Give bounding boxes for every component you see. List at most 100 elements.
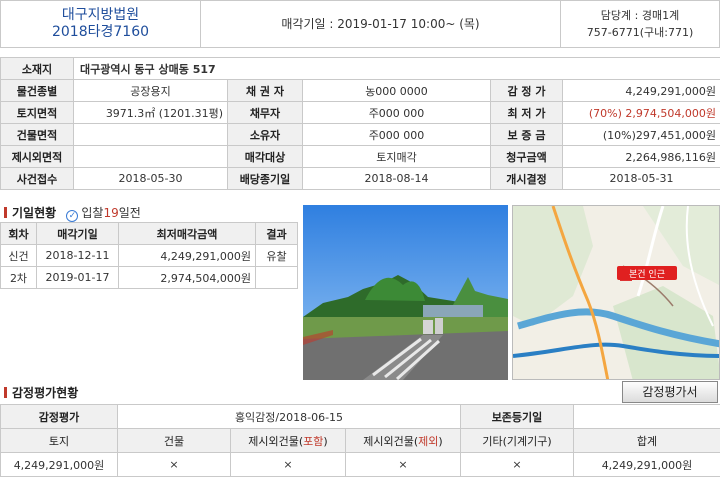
appraisal-report-button[interactable]: 감정평가서 <box>622 381 718 403</box>
info-value: (10%)297,451,000원 <box>563 124 720 146</box>
case-number: 2018타경7160 <box>1 24 200 41</box>
appraisal-value: 4,249,291,000원 <box>574 453 720 477</box>
info-label: 청구금액 <box>491 146 563 168</box>
history-result <box>256 267 298 289</box>
history-header: 결과 <box>256 223 298 245</box>
appraisal-header-exclude: 제외 <box>418 435 438 448</box>
info-row: 건물면적 소유자주000 000보 증 금(10%)297,451,000원 <box>1 124 720 146</box>
info-value: 공장용지 <box>74 80 228 102</box>
info-value: 2018-08-14 <box>303 168 491 190</box>
appraisal-header-main: 제시외건물( <box>363 435 418 448</box>
info-row: 토지면적3971.3㎡ (1201.31평)채무자주000 000최 저 가(7… <box>1 102 720 124</box>
history-round: 2차 <box>1 267 37 289</box>
info-value: 토지매각 <box>303 146 491 168</box>
appraisal-header: 제시외건물(포함) <box>231 429 346 453</box>
history-price: 4,249,291,000원 <box>119 245 256 267</box>
team-phone: 757-6771(구내:771) <box>561 24 719 41</box>
appraisal-header: 건물 <box>118 429 231 453</box>
appraisal-header-close: ) <box>438 435 442 448</box>
address-row: 소재지 대구광역시 동구 상매동 517 <box>1 58 720 80</box>
history-price: 2,974,504,000원 <box>119 267 256 289</box>
history-title-text: 기일현황 <box>12 206 56 220</box>
address-value: 대구광역시 동구 상매동 517 <box>74 58 720 80</box>
info-value: 2018-05-31 <box>563 168 720 190</box>
appraisal-title-text: 감정평가현황 <box>12 386 78 400</box>
map-pin-label: 본건 인근 <box>629 269 665 280</box>
info-value <box>74 124 228 146</box>
history-header: 최저매각금액 <box>119 223 256 245</box>
appraisal-header-main: 제시외건물( <box>248 435 303 448</box>
address-label: 소재지 <box>1 58 74 80</box>
history-title: 기일현황 ✓입찰19일전 <box>4 204 141 222</box>
info-value: 2018-05-30 <box>74 168 228 190</box>
info-row: 물건종별공장용지채 권 자농000 0000감 정 가4,249,291,000… <box>1 80 720 102</box>
appraisal-header-row: 토지 건물 제시외건물(포함) 제시외건물(제외) 기타(기계기구) 합계 <box>1 429 720 453</box>
history-result: 유찰 <box>256 245 298 267</box>
info-row: 제시외면적 매각대상토지매각청구금액2,264,986,116원 <box>1 146 720 168</box>
appraisal-title: 감정평가현황 <box>4 384 78 401</box>
appraisal-value: × <box>231 453 346 477</box>
appraisal-header: 제시외건물(제외) <box>346 429 461 453</box>
info-label: 채무자 <box>228 102 303 124</box>
info-label: 사건접수 <box>1 168 74 190</box>
info-label: 보 증 금 <box>491 124 563 146</box>
appraisal-table: 감정평가 홍익감정/2018-06-15 보존등기일 토지 건물 제시외건물(포… <box>0 404 720 477</box>
history-row: 신건 2018-12-11 4,249,291,000원 유찰 <box>1 245 298 267</box>
history-row: 2차 2019-01-17 2,974,504,000원 <box>1 267 298 289</box>
history-date: 2019-01-17 <box>37 267 119 289</box>
info-value: 4,249,291,000원 <box>563 80 720 102</box>
case-header: 대구지방법원 2018타경7160 매각기일 : 2019-01-17 10:0… <box>0 0 720 48</box>
bid-suffix: 일전 <box>119 206 141 220</box>
info-value: 농000 0000 <box>303 80 491 102</box>
registration-date-label: 보존등기일 <box>461 405 574 429</box>
info-row: 사건접수2018-05-30배당종기일2018-08-14개시결정2018-05… <box>1 168 720 190</box>
appraisal-value: × <box>118 453 231 477</box>
info-label: 감 정 가 <box>491 80 563 102</box>
check-icon: ✓ <box>66 210 78 222</box>
appraisal-value: × <box>461 453 574 477</box>
sale-date: 매각기일 : 2019-01-17 10:00~ (목) <box>201 1 561 47</box>
history-date: 2018-12-11 <box>37 245 119 267</box>
info-label: 제시외면적 <box>1 146 74 168</box>
section-marker <box>4 387 7 398</box>
info-label: 토지면적 <box>1 102 74 124</box>
info-label: 소유자 <box>228 124 303 146</box>
appraisal-header-close: ) <box>323 435 327 448</box>
info-value <box>74 146 228 168</box>
info-value: 3971.3㎡ (1201.31평) <box>74 102 228 124</box>
info-label: 채 권 자 <box>228 80 303 102</box>
history-round: 신건 <box>1 245 37 267</box>
team-label: 담당계 : 경매1계 <box>561 7 719 24</box>
appraisal-label: 감정평가 <box>1 405 118 429</box>
appraisal-value: 4,249,291,000원 <box>1 453 118 477</box>
appraisal-value: × <box>346 453 461 477</box>
info-label: 개시결정 <box>491 168 563 190</box>
info-label: 건물면적 <box>1 124 74 146</box>
property-info-table: 소재지 대구광역시 동구 상매동 517 물건종별공장용지채 권 자농000 0… <box>0 57 720 190</box>
info-value: 주000 000 <box>303 102 491 124</box>
info-label: 매각대상 <box>228 146 303 168</box>
section-marker <box>4 207 7 218</box>
bid-prefix: 입찰 <box>81 206 103 220</box>
registration-date <box>574 405 720 429</box>
court-block: 대구지방법원 2018타경7160 <box>1 1 201 47</box>
appraisal-header-include: 포함 <box>303 435 323 448</box>
appraisal-header: 합계 <box>574 429 720 453</box>
info-label: 물건종별 <box>1 80 74 102</box>
appraisal-header: 토지 <box>1 429 118 453</box>
court-name: 대구지방법원 <box>1 7 200 24</box>
history-header: 매각기일 <box>37 223 119 245</box>
appraisal-org-row: 감정평가 홍익감정/2018-06-15 보존등기일 <box>1 405 720 429</box>
map-image: 본건 인근 <box>513 206 720 380</box>
info-label: 배당종기일 <box>228 168 303 190</box>
info-value: 2,264,986,116원 <box>563 146 720 168</box>
bid-countdown: ✓입찰19일전 <box>66 206 140 220</box>
location-map[interactable]: 본건 인근 <box>512 205 720 380</box>
info-label: 최 저 가 <box>491 102 563 124</box>
property-photo[interactable] <box>303 205 508 380</box>
bid-days: 19 <box>103 206 118 220</box>
history-header: 회차 <box>1 223 37 245</box>
auction-history-table: 회차 매각기일 최저매각금액 결과 신건 2018-12-11 4,249,29… <box>0 222 298 289</box>
info-value: 주000 000 <box>303 124 491 146</box>
appraisal-org: 홍익감정/2018-06-15 <box>118 405 461 429</box>
